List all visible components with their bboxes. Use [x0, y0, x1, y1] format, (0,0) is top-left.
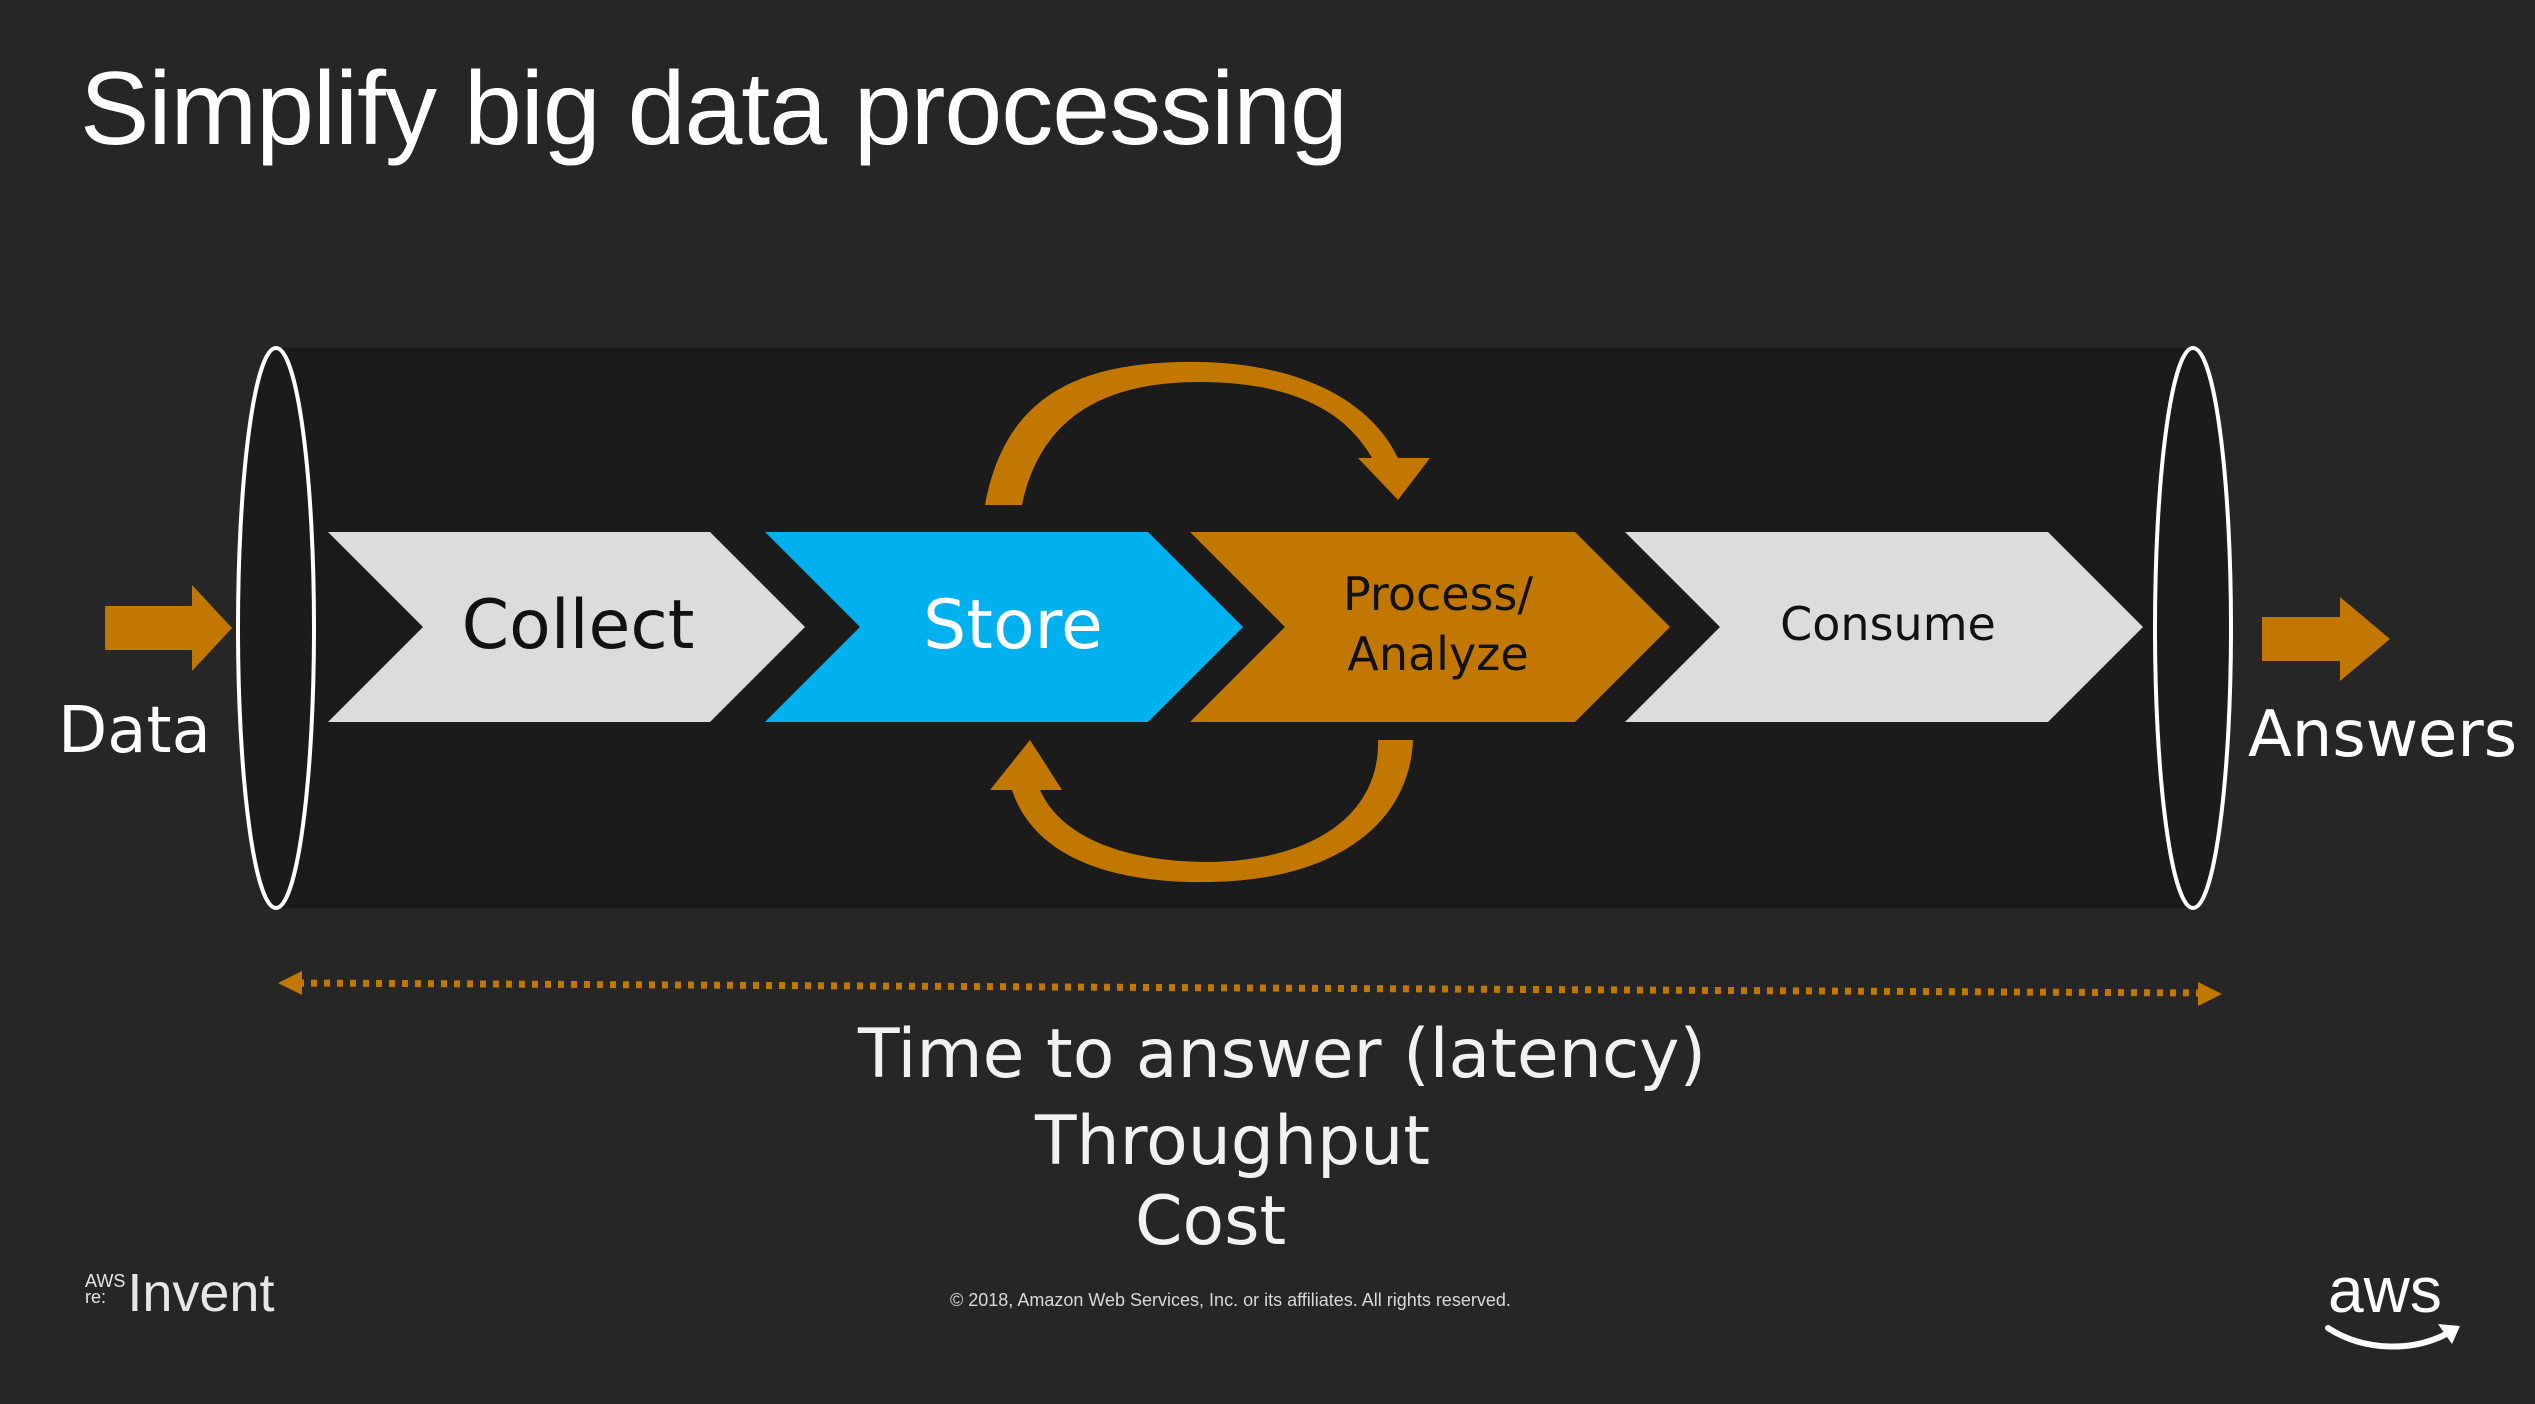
stage-process-label: Process/ [1343, 567, 1533, 621]
reinvent-logo-word: Invent [127, 1263, 275, 1323]
stage-consume-label: Consume [1780, 597, 1996, 651]
aws-logo: aws [2325, 1260, 2460, 1350]
input-label: Data [58, 694, 211, 768]
output-label: Answers [2248, 698, 2517, 772]
output-arrow-icon [2262, 597, 2390, 681]
latency-arrowhead-right-icon [2198, 982, 2222, 1006]
metric-throughput: Throughput [1035, 1102, 1430, 1181]
pipeline-right-end [2153, 346, 2233, 910]
aws-smile-icon [2325, 1325, 2453, 1350]
latency-arrowhead-left-icon [278, 971, 302, 995]
aws-logo-text: aws [2328, 1260, 2442, 1326]
copyright-notice: © 2018, Amazon Web Services, Inc. or its… [950, 1290, 1511, 1310]
stage-analyze-label: Analyze [1347, 627, 1528, 681]
latency-dotted-line [297, 979, 2203, 997]
stage-store-label: Store [923, 586, 1103, 665]
metric-cost: Cost [1135, 1182, 1287, 1261]
reinvent-logo-prefix: AWS re: [85, 1271, 126, 1307]
slide: Simplify big data processing Collect Sto… [0, 0, 2535, 1404]
stage-collect-label: Collect [462, 586, 695, 665]
input-arrow-icon [105, 585, 232, 671]
pipeline-left-end [236, 346, 316, 910]
metric-latency: Time to answer (latency) [858, 1015, 1706, 1094]
reinvent-logo: AWS re: Invent [85, 1262, 274, 1324]
